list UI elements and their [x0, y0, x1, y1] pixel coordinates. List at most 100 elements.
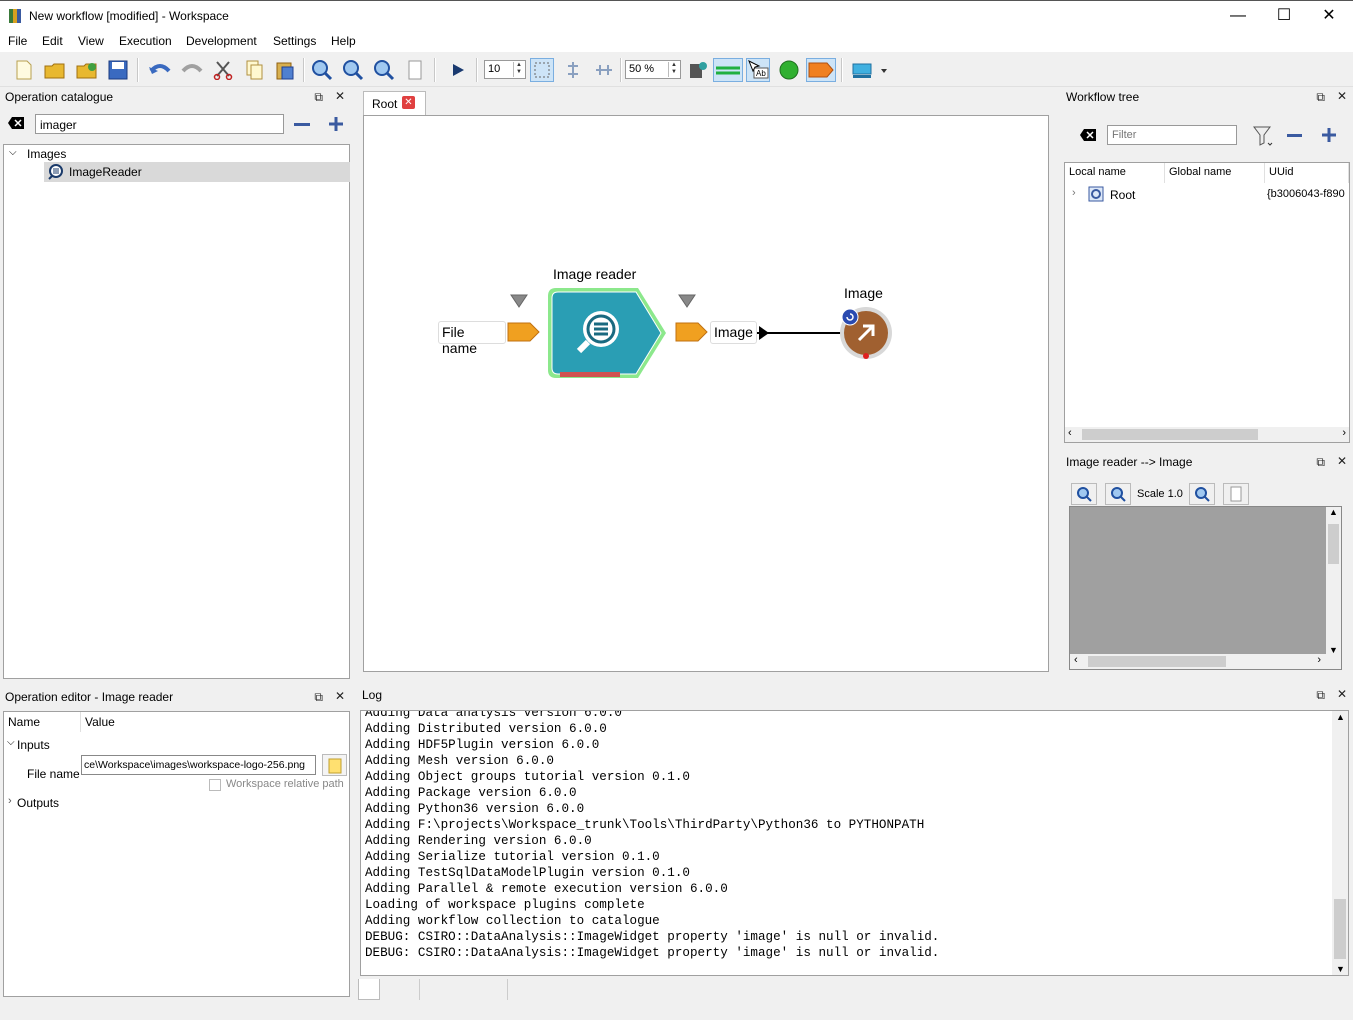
tab-log[interactable]: [358, 979, 380, 1000]
green-status-icon[interactable]: [777, 58, 801, 82]
node-title: Image reader: [553, 266, 637, 282]
preview-zoom-fit-icon[interactable]: [1189, 483, 1215, 505]
preview-page-icon[interactable]: [1223, 483, 1249, 505]
theme-dropdown-icon[interactable]: [850, 58, 888, 82]
log-view[interactable]: Adding Data analysis version 6.0.0 Addin…: [360, 710, 1349, 976]
app-icon: [9, 9, 21, 23]
tab-notes[interactable]: [598, 979, 618, 1000]
main-toolbar: 10 ▲ ▼ 50 % ▲ ▼ Ab: [0, 52, 1353, 87]
vertical-scrollbar[interactable]: ▲ ▼: [1326, 507, 1341, 655]
tab-workspace-status[interactable]: [487, 979, 508, 1000]
close-dock-icon[interactable]: ✕: [1337, 89, 1347, 103]
minimize-button[interactable]: —: [1215, 1, 1261, 31]
svg-text:Ab: Ab: [756, 69, 766, 78]
expand-arrow-icon[interactable]: ›: [1072, 187, 1076, 199]
file-name-input[interactable]: ce\Workspace\images\workspace-logo-256.p…: [81, 755, 316, 775]
output-port-icon[interactable]: [675, 293, 711, 345]
tree-row-root[interactable]: Root: [1110, 188, 1135, 202]
log-vertical-scrollbar[interactable]: ▲ ▼: [1332, 711, 1348, 975]
zoom-out-icon[interactable]: [341, 58, 365, 82]
relative-path-checkbox[interactable]: [209, 779, 221, 791]
page-icon[interactable]: [403, 58, 427, 82]
float-icon[interactable]: ⧉: [1316, 90, 1325, 105]
inputs-expand-icon[interactable]: ⌵: [7, 737, 15, 748]
align-vertical-icon[interactable]: [561, 58, 585, 82]
image-reader-node[interactable]: [546, 286, 670, 382]
tab-global-names[interactable]: [399, 979, 420, 1000]
align-horizontal-icon[interactable]: [592, 58, 616, 82]
filter-icon[interactable]: [1252, 125, 1274, 150]
collapse-icon[interactable]: [294, 123, 310, 126]
preview-zoom-out-icon[interactable]: [1105, 483, 1131, 505]
float-icon[interactable]: ⧉: [1316, 688, 1325, 703]
menu-settings[interactable]: Settings: [273, 34, 316, 48]
inputs-group[interactable]: Inputs: [17, 738, 50, 752]
open-recent-icon[interactable]: [75, 58, 99, 82]
clear-search-icon[interactable]: [7, 115, 25, 134]
float-icon[interactable]: ⧉: [314, 690, 323, 705]
col-uuid[interactable]: UUid: [1265, 163, 1349, 183]
save-icon[interactable]: [106, 58, 130, 82]
col-global-name[interactable]: Global name: [1165, 163, 1265, 183]
close-dock-icon[interactable]: ✕: [335, 689, 345, 703]
horizontal-scrollbar[interactable]: ‹ ›: [1070, 654, 1341, 669]
copy-icon[interactable]: [242, 58, 266, 82]
menu-file[interactable]: File: [8, 34, 27, 48]
browse-button[interactable]: [322, 754, 347, 776]
zoom-fit-icon[interactable]: [372, 58, 396, 82]
preview-zoom-in-icon[interactable]: [1071, 483, 1097, 505]
outputs-expand-icon[interactable]: ›: [8, 795, 12, 807]
redo-icon[interactable]: [180, 58, 204, 82]
open-folder-icon[interactable]: [43, 58, 67, 82]
threads-spinbox[interactable]: 10 ▲ ▼: [484, 60, 526, 79]
connection-style-icon[interactable]: [713, 58, 743, 82]
close-dock-icon[interactable]: ✕: [1337, 687, 1347, 701]
tree-group-images[interactable]: Images: [27, 147, 66, 161]
zoom-spinbox[interactable]: 50 % ▲ ▼: [625, 60, 681, 79]
close-tab-icon[interactable]: ✕: [402, 96, 415, 109]
workflow-canvas[interactable]: Image reader File name Image Image: [363, 115, 1049, 672]
zoom-in-icon[interactable]: [310, 58, 334, 82]
horizontal-scrollbar[interactable]: ‹ ›: [1065, 427, 1349, 442]
float-icon[interactable]: ⧉: [314, 90, 323, 105]
tree-item-label: ImageReader: [69, 165, 142, 179]
collapse-all-icon[interactable]: [1287, 134, 1302, 137]
connection-line[interactable]: [757, 321, 847, 345]
input-port-icon[interactable]: [507, 293, 541, 345]
tree-expand-icon[interactable]: ⌵: [9, 147, 17, 158]
image-display-node[interactable]: [837, 304, 897, 362]
close-button[interactable]: ✕: [1306, 1, 1352, 31]
clear-filter-icon[interactable]: [1079, 127, 1097, 146]
tree-item-imagereader[interactable]: ImageReader: [44, 162, 350, 182]
menu-development[interactable]: Development: [186, 34, 257, 48]
log-line: Adding Python36 version 6.0.0: [365, 802, 585, 816]
record-icon[interactable]: [686, 58, 710, 82]
close-dock-icon[interactable]: ✕: [1337, 454, 1347, 468]
outputs-group[interactable]: Outputs: [17, 796, 59, 810]
menu-execution[interactable]: Execution: [119, 34, 172, 48]
expand-icon[interactable]: [328, 116, 344, 135]
close-dock-icon[interactable]: ✕: [335, 89, 345, 103]
menu-bar: File Edit View Execution Development Set…: [0, 30, 1353, 52]
grid-toggle-icon[interactable]: [530, 58, 554, 82]
new-file-icon[interactable]: [12, 58, 36, 82]
menu-edit[interactable]: Edit: [42, 34, 63, 48]
tab-root[interactable]: Root ✕: [363, 91, 426, 115]
workflow-filter-input[interactable]: [1107, 125, 1237, 145]
show-labels-icon[interactable]: Ab: [746, 58, 770, 82]
menu-view[interactable]: View: [78, 34, 104, 48]
col-local-name[interactable]: Local name: [1065, 163, 1165, 183]
maximize-button[interactable]: ☐: [1261, 1, 1307, 31]
log-line: Adding Distributed version 6.0.0: [365, 722, 607, 736]
paste-icon[interactable]: [273, 58, 297, 82]
show-ports-icon[interactable]: [806, 58, 836, 82]
expand-all-icon[interactable]: [1321, 127, 1337, 146]
float-icon[interactable]: ⧉: [1316, 455, 1325, 470]
run-icon[interactable]: [446, 58, 470, 82]
image-preview-area[interactable]: ▲ ▼ ‹ ›: [1069, 506, 1342, 670]
operation-catalogue-title: Operation catalogue: [5, 90, 114, 104]
undo-icon[interactable]: [148, 58, 172, 82]
menu-help[interactable]: Help: [331, 34, 356, 48]
catalogue-search-input[interactable]: imager: [35, 114, 284, 134]
cut-icon[interactable]: [211, 58, 235, 82]
